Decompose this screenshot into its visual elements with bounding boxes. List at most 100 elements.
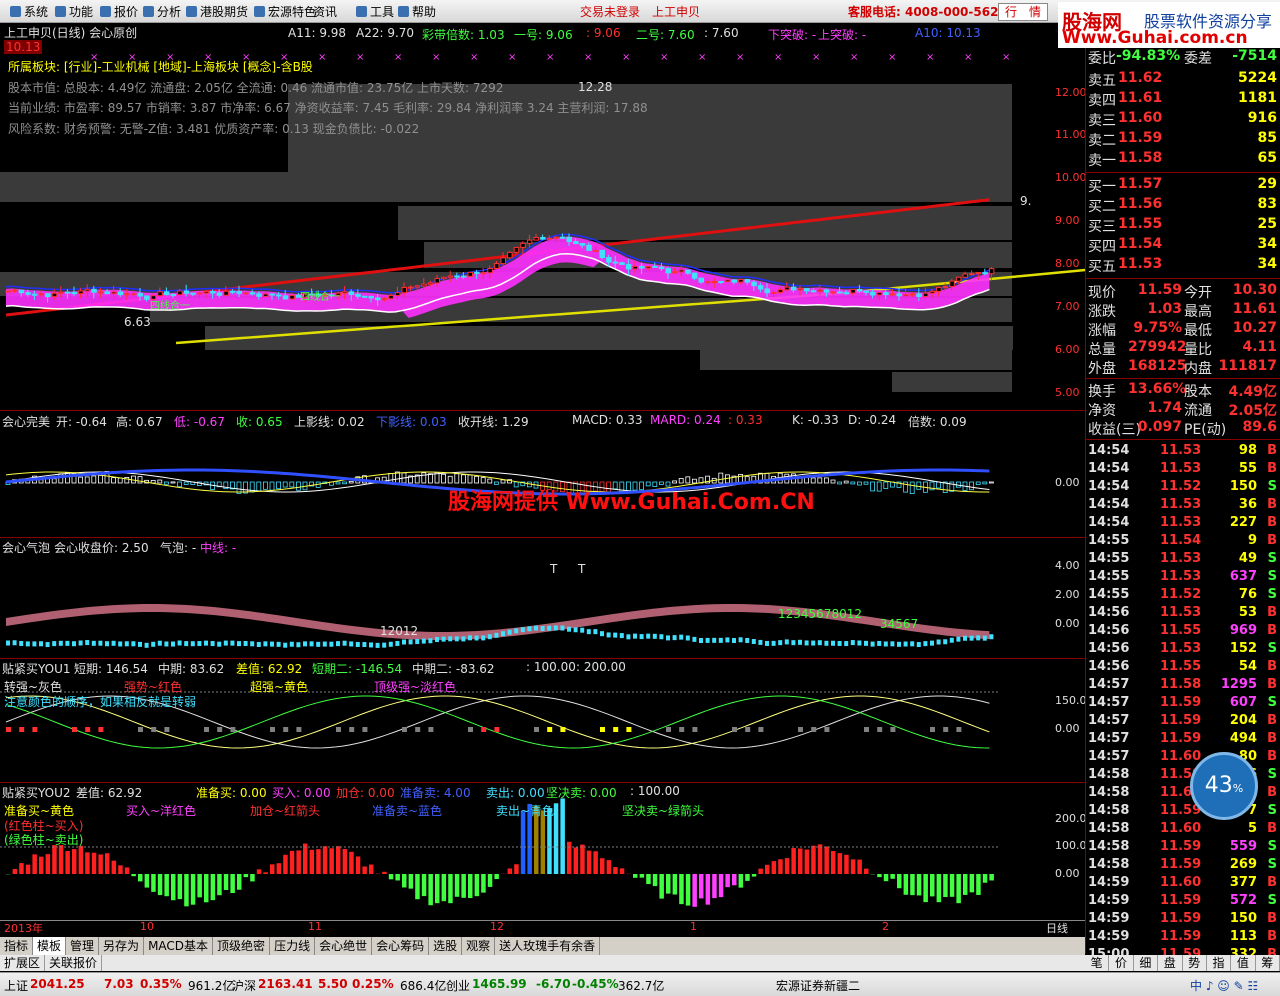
tick-row[interactable]: 14:5411.53227B [1086,515,1280,533]
tick-row[interactable]: 14:5811.59269S [1086,857,1280,875]
bid-row[interactable]: 买三11.5525 [1086,216,1280,234]
menu-help[interactable]: 帮助 [398,3,436,20]
you2-bar [732,874,737,885]
tab-10[interactable]: 观察 [462,937,495,955]
tick-row[interactable]: 14:5811.605B [1086,821,1280,839]
tab-7[interactable]: 会心绝世 [315,937,372,955]
tab-4[interactable]: MACD基本 [144,937,213,955]
candle-body [389,296,394,299]
tick-volume: 76 [1239,587,1257,602]
you1-marker [732,727,737,732]
mode-tab-qing[interactable]: 情 [1023,4,1047,20]
p3-qipao: 气泡: - [160,539,196,556]
bid-row[interactable]: 买二11.5683 [1086,196,1280,214]
menu-news[interactable]: 资讯 [313,3,337,20]
ask-row[interactable]: 卖一11.5865 [1086,150,1280,168]
erhao-value: 二号: 7.60 [636,26,695,43]
tray-icons[interactable]: 中 ♪ ☺ ✎ ☷ [1190,977,1258,994]
tick-row[interactable]: 14:5911.60377B [1086,875,1280,893]
tick-row[interactable]: 14:5911.59150B [1086,911,1280,929]
menu-quote[interactable]: 报价 [100,3,138,20]
menu-system[interactable]: 系统 [10,3,48,20]
sh-name[interactable]: 上证 [4,977,28,994]
you1-marker [560,727,565,732]
info-performance: 当前业绩: 市盈率: 89.57 市销率: 3.87 市净率: 6.67 净资收… [8,99,648,116]
sz-name[interactable]: 沪深 [232,977,256,994]
quote-icon [100,6,111,17]
tick-row[interactable]: 14:5811.59559S [1086,839,1280,857]
quote-tab-7[interactable]: 筹 [1256,955,1280,971]
cy-pct: -0.45% [572,977,619,991]
tab-2[interactable]: 管理 [66,937,99,955]
quote-tab-6[interactable]: 值 [1231,955,1255,971]
tick-row[interactable]: 14:5711.59204B [1086,713,1280,731]
mode-tab-hang[interactable]: 行 [999,4,1023,20]
bid-row[interactable]: 买五11.5334 [1086,256,1280,274]
ext-tab-0[interactable]: 扩展区 [0,955,45,971]
candle-body [560,237,565,238]
you1-marker [877,727,882,732]
p2-shoukai: 收开线: 1.29 [458,413,529,430]
trade-login-link[interactable]: 交易未登录 [580,3,640,20]
tab-5[interactable]: 顶级绝密 [213,937,270,955]
menu-function[interactable]: 功能 [55,3,93,20]
tick-row[interactable]: 14:5711.581295B [1086,677,1280,695]
ask-label: 卖五 [1088,70,1116,90]
volume-profile-bar [205,326,1013,350]
quote-tab-0[interactable]: 笔 [1085,955,1109,971]
tick-row[interactable]: 14:5611.5353B [1086,605,1280,623]
tick-time: 14:59 [1088,911,1129,926]
candle-body [461,276,466,277]
cy-name[interactable]: 创业 [446,977,470,994]
menu-hongyuan[interactable]: 宏源特色 [254,3,316,20]
bid-row[interactable]: 买四11.5434 [1086,236,1280,254]
tick-row[interactable]: 14:5711.59494B [1086,731,1280,749]
tab-8[interactable]: 会心筹码 [372,937,429,955]
bid-row[interactable]: 买一11.5729 [1086,176,1280,194]
tick-row[interactable]: 14:5511.5349S [1086,551,1280,569]
tick-row[interactable]: 14:5411.5398B [1086,443,1280,461]
tick-row[interactable]: 14:5711.59607S [1086,695,1280,713]
tick-row[interactable]: 14:5911.59572S [1086,893,1280,911]
tick-row[interactable]: 14:5611.53152S [1086,641,1280,659]
tab-3[interactable]: 另存为 [99,937,144,955]
tick-row[interactable]: 14:5611.5554B [1086,659,1280,677]
quote-tab-2[interactable]: 细 [1134,955,1158,971]
period-label[interactable]: 日线 [1046,920,1068,936]
bubble-candle [904,641,908,646]
tick-row[interactable]: 14:5411.5355B [1086,461,1280,479]
menu-tools[interactable]: 工具 [356,3,394,20]
ext-tab-1[interactable]: 关联报价 [45,955,102,971]
ask-row[interactable]: 卖三11.60916 [1086,110,1280,128]
ask-row[interactable]: 卖四11.611181 [1086,90,1280,108]
tab-0[interactable]: 指标 [0,937,33,955]
progress-gauge[interactable]: 43% [1190,752,1258,820]
tab-11[interactable]: 送人玫瑰手有余香 [495,937,600,955]
tick-row[interactable]: 14:5511.549B [1086,533,1280,551]
tab-9[interactable]: 选股 [429,937,462,955]
tick-row[interactable]: 14:5511.53637S [1086,569,1280,587]
quote-tab-1[interactable]: 价 [1109,955,1133,971]
bubble-candle [983,636,987,641]
tick-row[interactable]: 14:5511.5276S [1086,587,1280,605]
tick-row[interactable]: 14:5611.55969B [1086,623,1280,641]
chart-area[interactable]: ××××××××××××××××××××××××× 上工申贝(日线) 会心原创 … [0,22,1085,922]
tick-row[interactable]: 14:5911.59113B [1086,929,1280,947]
menu-analysis[interactable]: 分析 [143,3,181,20]
ask-row[interactable]: 卖五11.625224 [1086,70,1280,88]
tick-row[interactable]: 14:5411.52150S [1086,479,1280,497]
indicator-tabs: 指标模板管理另存为MACD基本顶级绝密压力线会心绝世会心筹码选股观察送人玫瑰手有… [0,937,1085,955]
stat-value: 10.27 [1233,320,1277,336]
ask-row[interactable]: 卖二11.5985 [1086,130,1280,148]
osc-bar [343,482,347,484]
signal-marker: × [926,52,934,63]
bubble-candle [244,641,248,646]
quote-tab-3[interactable]: 盘 [1158,955,1182,971]
tab-6[interactable]: 压力线 [270,937,315,955]
tick-row[interactable]: 14:5411.5336B [1086,497,1280,515]
quote-tab-5[interactable]: 指 [1207,955,1231,971]
tab-1[interactable]: 模板 [33,937,66,955]
quote-tab-4[interactable]: 势 [1183,955,1207,971]
menu-hk-futures[interactable]: 港股期货 [186,3,248,20]
bubble-candle [343,641,347,646]
